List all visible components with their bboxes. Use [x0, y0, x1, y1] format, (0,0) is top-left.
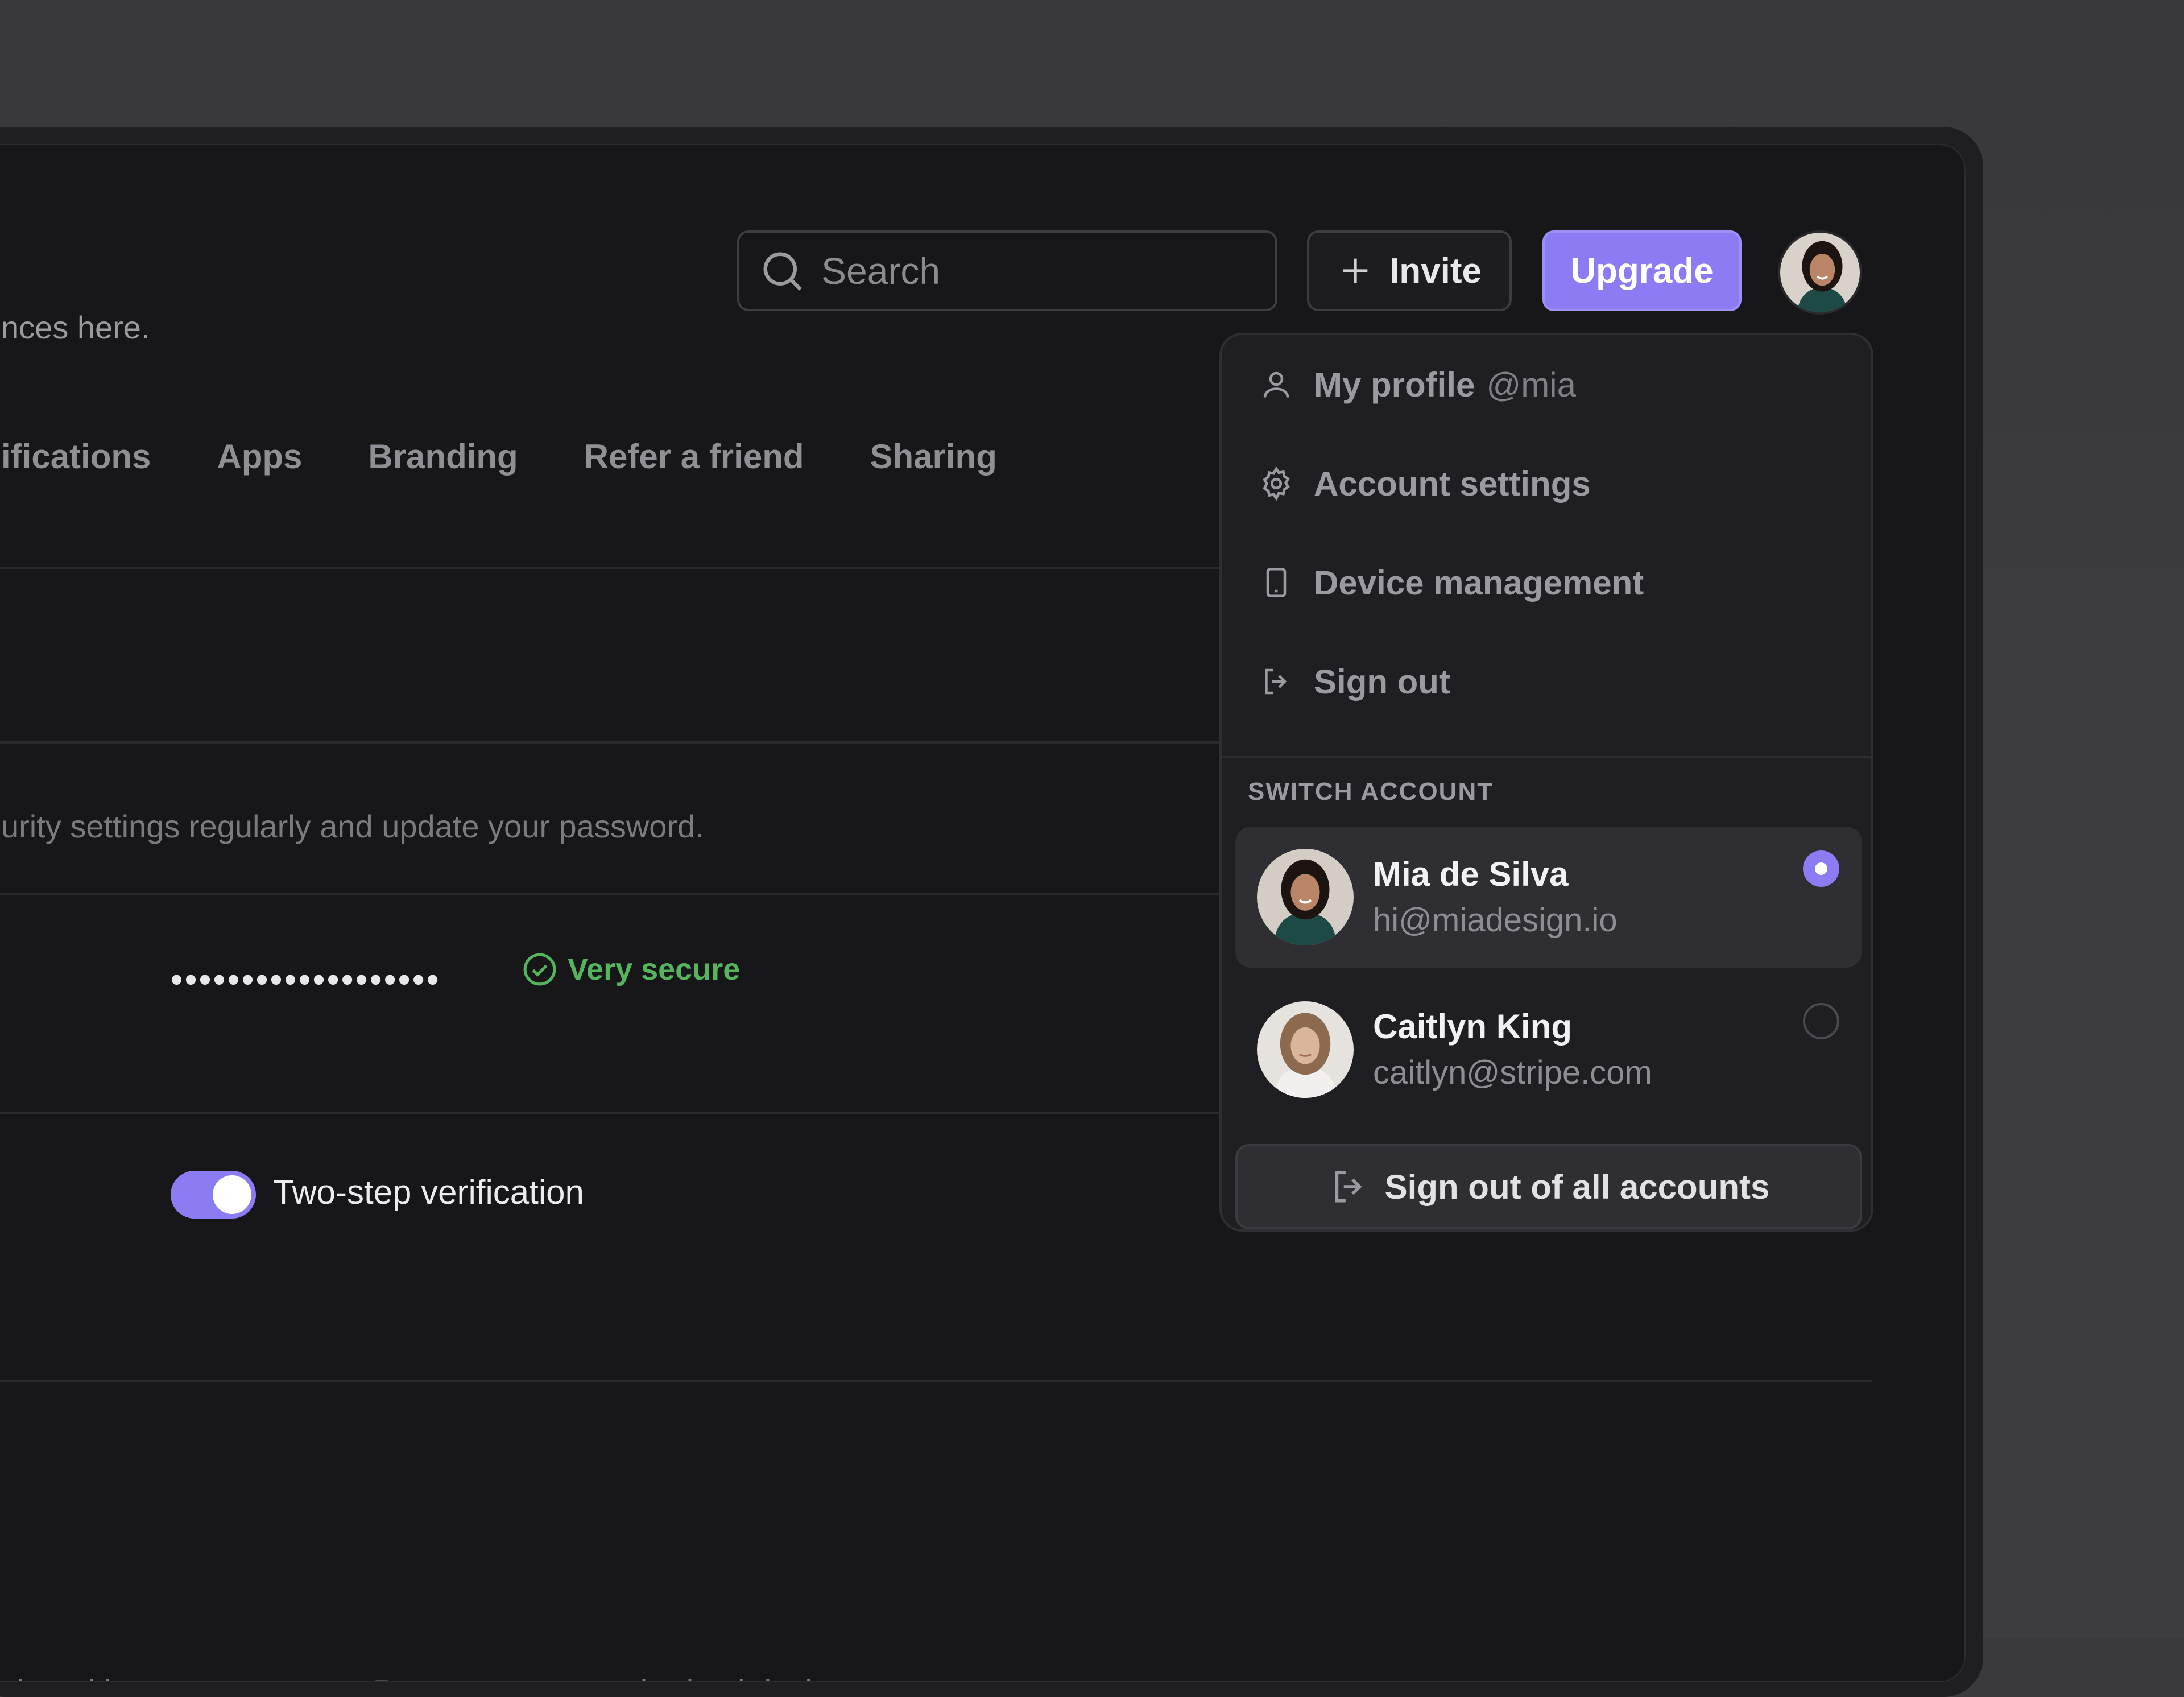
search-placeholder: Search: [821, 250, 941, 292]
account-radio-selected[interactable]: [1803, 850, 1839, 887]
app-window: Search Invite Upgrade nces here. ificati…: [0, 144, 1966, 1682]
switch-account-heading: SWITCH ACCOUNT: [1248, 778, 1494, 806]
account-email: hi@miadesign.io: [1373, 901, 1618, 939]
search-input[interactable]: Search: [737, 230, 1277, 311]
sign-out-icon: [1258, 663, 1294, 700]
profile-handle: @mia: [1486, 365, 1576, 404]
user-icon: [1258, 366, 1294, 403]
tab-notifications[interactable]: ifications: [1, 437, 151, 476]
account-avatar: [1257, 1001, 1354, 1098]
tab-branding[interactable]: Branding: [368, 437, 518, 476]
check-circle-icon: [523, 953, 556, 986]
sign-out-all-button[interactable]: Sign out of all accounts: [1235, 1144, 1862, 1229]
search-icon: [763, 252, 802, 291]
toggle-knob: [213, 1175, 251, 1214]
page-subtitle: nces here.: [1, 309, 150, 345]
password-strength-label: Very secure: [568, 952, 741, 986]
password-strength-badge: Very secure: [522, 952, 740, 987]
two-step-toggle[interactable]: [171, 1171, 256, 1219]
account-avatar: [1257, 849, 1354, 945]
divider: [0, 567, 1252, 569]
account-radio-unselected[interactable]: [1803, 1003, 1839, 1039]
invite-label: Invite: [1389, 251, 1482, 291]
menu-item-my-profile[interactable]: My profile @mia: [1222, 335, 1871, 434]
account-option-mia[interactable]: Mia de Silva hi@miadesign.io: [1235, 827, 1862, 968]
upgrade-label: Upgrade: [1570, 251, 1714, 291]
user-avatar[interactable]: [1778, 230, 1862, 315]
account-name: Mia de Silva: [1373, 854, 1569, 893]
account-dropdown: My profile @mia Account settings Device …: [1219, 333, 1873, 1232]
account-email: caitlyn@stripe.com: [1373, 1054, 1652, 1091]
divider: [0, 1380, 1872, 1382]
account-name: Caitlyn King: [1373, 1007, 1573, 1046]
settings-tabs: ifications Apps Branding Refer a friend …: [1, 431, 1063, 482]
tab-apps[interactable]: Apps: [217, 437, 302, 476]
sign-out-all-label: Sign out of all accounts: [1384, 1167, 1770, 1206]
invite-button[interactable]: Invite: [1307, 230, 1512, 311]
menu-item-account-settings[interactable]: Account settings: [1222, 434, 1871, 533]
tab-sharing[interactable]: Sharing: [870, 437, 997, 476]
menu-divider: [1222, 756, 1871, 758]
sign-out-icon: [1335, 1171, 1362, 1203]
menu-item-label: Account settings: [1314, 464, 1591, 503]
divider: [0, 741, 1252, 744]
menu-item-label: Device management: [1314, 563, 1644, 602]
plus-icon: [1343, 258, 1368, 283]
divider: [0, 893, 1252, 895]
upgrade-button[interactable]: Upgrade: [1542, 230, 1742, 311]
tab-refer-a-friend[interactable]: Refer a friend: [584, 437, 804, 476]
divider: [0, 1112, 1252, 1114]
phone-icon: [1258, 564, 1294, 601]
menu-item-device-management[interactable]: Device management: [1222, 533, 1871, 632]
gear-icon: [1258, 465, 1294, 502]
devices-description: signed in to your account. Remove any un…: [1, 1673, 870, 1681]
menu-item-sign-out[interactable]: Sign out: [1222, 632, 1871, 731]
account-option-caitlyn[interactable]: Caitlyn King caitlyn@stripe.com: [1235, 979, 1862, 1120]
two-step-label: Two-step verification: [273, 1173, 584, 1211]
password-mask: •••••••••••••••••••: [171, 960, 441, 998]
menu-item-label: My profile: [1314, 365, 1475, 404]
security-description: urity settings regularly and update your…: [1, 808, 704, 844]
menu-item-label: Sign out: [1314, 662, 1450, 701]
